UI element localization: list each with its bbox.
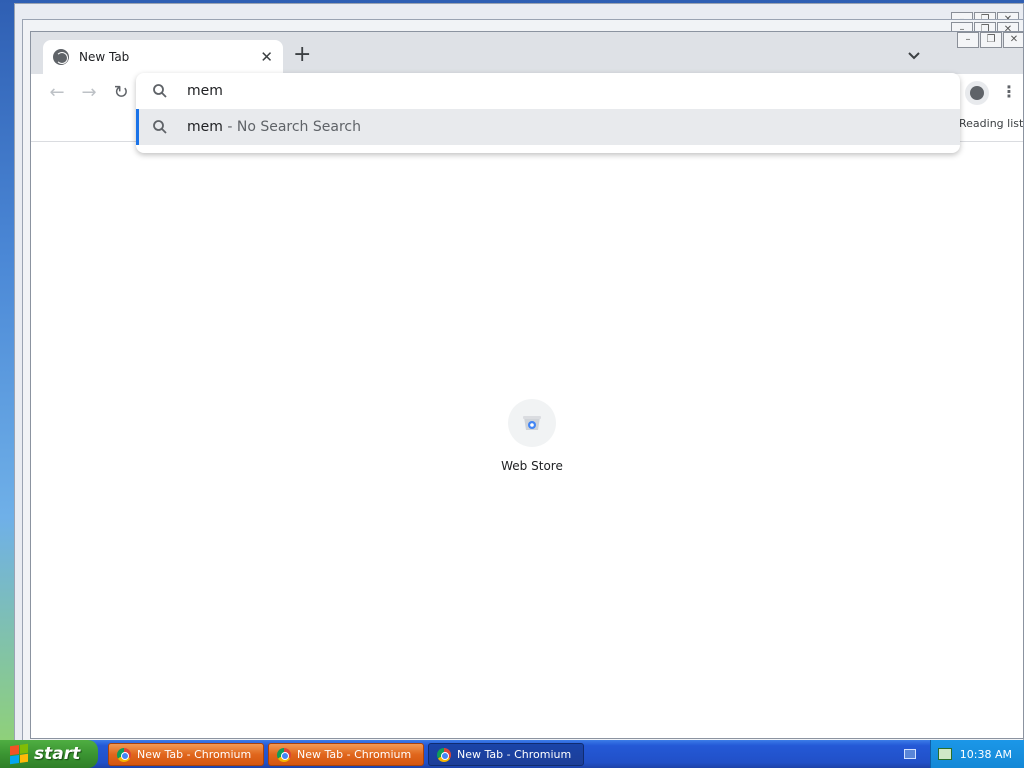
chromium-icon <box>277 747 291 762</box>
suggestion-query: mem <box>187 119 223 135</box>
back-button[interactable]: ← <box>47 83 67 103</box>
suggestion-separator: - <box>222 119 237 135</box>
shortcut-web-store[interactable]: Web Store <box>497 399 567 473</box>
profile-icon[interactable] <box>965 81 989 105</box>
clock: 10:38 AM <box>959 747 1012 761</box>
menu-icon[interactable]: ⋮ <box>1001 82 1017 102</box>
network-icon[interactable] <box>937 748 952 760</box>
chromium-icon <box>117 747 131 762</box>
taskbar-item-label: New Tab - Chromium <box>297 748 412 761</box>
system-tray: 10:38 AM <box>930 740 1024 768</box>
maximize-icon[interactable]: ❐ <box>980 32 1002 48</box>
suggestion-description: No Search Search <box>236 119 361 135</box>
taskbar-item-label: New Tab - Chromium <box>137 748 252 761</box>
new-tab-button[interactable]: + <box>293 44 311 66</box>
windows-logo-icon <box>10 743 28 765</box>
search-icon <box>152 119 168 135</box>
chevron-down-icon <box>908 52 920 60</box>
taskbar-item[interactable]: New Tab - Chromium <box>268 743 424 766</box>
tab-strip: New Tab ✕ + – ❐ ✕ <box>31 32 1023 74</box>
reload-button[interactable]: ↻ <box>111 83 131 103</box>
close-icon[interactable]: ✕ <box>1003 32 1023 48</box>
address-bar-input[interactable] <box>187 83 887 99</box>
forward-button[interactable]: → <box>79 83 99 103</box>
chromium-icon <box>437 747 451 762</box>
search-icon <box>152 83 168 99</box>
window-controls: – ❐ ✕ <box>957 32 1023 48</box>
taskbar-item-label: New Tab - Chromium <box>457 748 572 761</box>
reading-list-button[interactable]: Reading list <box>959 117 1023 130</box>
web-store-icon <box>523 416 541 430</box>
globe-icon <box>53 49 69 65</box>
shortcut-label: Web Store <box>501 459 563 473</box>
start-button[interactable]: start <box>0 740 98 768</box>
taskbar-item[interactable]: New Tab - Chromium <box>108 743 264 766</box>
taskbar-item-active[interactable]: New Tab - Chromium <box>428 743 584 766</box>
tab-search-button[interactable] <box>904 45 924 65</box>
omnibox-dropdown: mem - No Search Search <box>136 73 960 153</box>
close-tab-icon[interactable]: ✕ <box>260 48 273 66</box>
keyboard-icon[interactable] <box>904 749 916 759</box>
new-tab-page: Web Store <box>31 143 1023 738</box>
minimize-icon[interactable]: – <box>957 32 979 48</box>
tab-new-tab[interactable]: New Tab ✕ <box>43 40 283 74</box>
shortcut-tile <box>508 399 556 447</box>
taskbar: start New Tab - Chromium New Tab - Chrom… <box>0 740 1024 768</box>
omnibox-input-row[interactable] <box>136 73 960 109</box>
start-label: start <box>34 744 81 764</box>
omnibox-suggestion[interactable]: mem - No Search Search <box>136 109 960 145</box>
tab-title: New Tab <box>79 50 130 64</box>
